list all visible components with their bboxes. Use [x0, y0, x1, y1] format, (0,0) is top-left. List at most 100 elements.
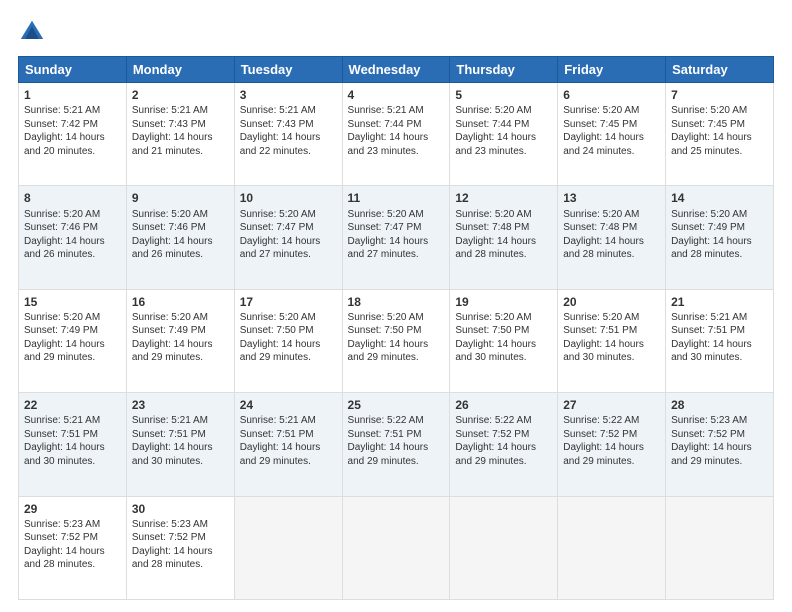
logo — [18, 18, 50, 46]
day-number: 12 — [455, 190, 552, 206]
day-info: Sunrise: 5:21 AM Sunset: 7:44 PM Dayligh… — [348, 105, 429, 157]
day-info: Sunrise: 5:23 AM Sunset: 7:52 PM Dayligh… — [132, 519, 213, 571]
day-info: Sunrise: 5:21 AM Sunset: 7:51 PM Dayligh… — [132, 415, 213, 467]
day-header-monday: Monday — [126, 57, 234, 83]
day-info: Sunrise: 5:23 AM Sunset: 7:52 PM Dayligh… — [24, 519, 105, 571]
day-number: 13 — [563, 190, 660, 206]
day-number: 20 — [563, 294, 660, 310]
calendar-cell: 7 Sunrise: 5:20 AM Sunset: 7:45 PM Daylig… — [666, 83, 774, 186]
day-info: Sunrise: 5:20 AM Sunset: 7:46 PM Dayligh… — [24, 209, 105, 261]
day-number: 25 — [348, 397, 445, 413]
day-info: Sunrise: 5:22 AM Sunset: 7:51 PM Dayligh… — [348, 415, 429, 467]
calendar-cell: 20 Sunrise: 5:20 AM Sunset: 7:51 PM Dayli… — [558, 289, 666, 392]
calendar-cell: 18 Sunrise: 5:20 AM Sunset: 7:50 PM Dayli… — [342, 289, 450, 392]
calendar-cell: 5Sunrise: 5:20 AM Sunset: 7:44 PM Daylig… — [450, 83, 558, 186]
day-info: Sunrise: 5:21 AM Sunset: 7:51 PM Dayligh… — [24, 415, 105, 467]
calendar-cell — [666, 496, 774, 599]
day-info: Sunrise: 5:20 AM Sunset: 7:44 PM Dayligh… — [455, 105, 536, 157]
day-number: 22 — [24, 397, 121, 413]
day-number: 26 — [455, 397, 552, 413]
day-header-wednesday: Wednesday — [342, 57, 450, 83]
day-info: Sunrise: 5:23 AM Sunset: 7:52 PM Dayligh… — [671, 415, 752, 467]
calendar-table: SundayMondayTuesdayWednesdayThursdayFrid… — [18, 56, 774, 600]
day-info: Sunrise: 5:20 AM Sunset: 7:49 PM Dayligh… — [671, 209, 752, 261]
day-number: 23 — [132, 397, 229, 413]
calendar-cell: 10 Sunrise: 5:20 AM Sunset: 7:47 PM Dayli… — [234, 186, 342, 289]
day-number: 24 — [240, 397, 337, 413]
calendar-week-row: 1 Sunrise: 5:21 AM Sunset: 7:42 PM Daylig… — [19, 83, 774, 186]
calendar-cell: 23 Sunrise: 5:21 AM Sunset: 7:51 PM Dayli… — [126, 393, 234, 496]
calendar-header-row: SundayMondayTuesdayWednesdayThursdayFrid… — [19, 57, 774, 83]
calendar-week-row: 29 Sunrise: 5:23 AM Sunset: 7:52 PM Dayli… — [19, 496, 774, 599]
day-number: 18 — [348, 294, 445, 310]
calendar-cell — [450, 496, 558, 599]
calendar-cell: 12 Sunrise: 5:20 AM Sunset: 7:48 PM Dayli… — [450, 186, 558, 289]
day-info: Sunrise: 5:20 AM Sunset: 7:50 PM Dayligh… — [455, 312, 536, 364]
day-info: Sunrise: 5:20 AM Sunset: 7:51 PM Dayligh… — [563, 312, 644, 364]
calendar-cell: 4Sunrise: 5:21 AM Sunset: 7:44 PM Daylig… — [342, 83, 450, 186]
day-info: Sunrise: 5:20 AM Sunset: 7:50 PM Dayligh… — [240, 312, 321, 364]
day-header-friday: Friday — [558, 57, 666, 83]
logo-icon — [18, 18, 46, 46]
calendar-cell: 9Sunrise: 5:20 AM Sunset: 7:46 PM Daylig… — [126, 186, 234, 289]
day-number: 29 — [24, 501, 121, 517]
day-number: 21 — [671, 294, 768, 310]
calendar-cell: 24 Sunrise: 5:21 AM Sunset: 7:51 PM Dayli… — [234, 393, 342, 496]
day-info: Sunrise: 5:20 AM Sunset: 7:45 PM Dayligh… — [671, 105, 752, 157]
day-info: Sunrise: 5:22 AM Sunset: 7:52 PM Dayligh… — [455, 415, 536, 467]
day-header-thursday: Thursday — [450, 57, 558, 83]
calendar-cell: 15 Sunrise: 5:20 AM Sunset: 7:49 PM Dayli… — [19, 289, 127, 392]
day-number: 28 — [671, 397, 768, 413]
day-header-sunday: Sunday — [19, 57, 127, 83]
day-header-tuesday: Tuesday — [234, 57, 342, 83]
day-number: 6 — [563, 87, 660, 103]
calendar-cell: 8Sunrise: 5:20 AM Sunset: 7:46 PM Daylig… — [19, 186, 127, 289]
day-number: 14 — [671, 190, 768, 206]
calendar-cell: 13 Sunrise: 5:20 AM Sunset: 7:48 PM Dayli… — [558, 186, 666, 289]
calendar-cell: 2 Sunrise: 5:21 AM Sunset: 7:43 PM Daylig… — [126, 83, 234, 186]
day-number: 27 — [563, 397, 660, 413]
calendar-cell: 14 Sunrise: 5:20 AM Sunset: 7:49 PM Dayli… — [666, 186, 774, 289]
day-info: Sunrise: 5:22 AM Sunset: 7:52 PM Dayligh… — [563, 415, 644, 467]
calendar-cell: 11Sunrise: 5:20 AM Sunset: 7:47 PM Dayli… — [342, 186, 450, 289]
page: SundayMondayTuesdayWednesdayThursdayFrid… — [0, 0, 792, 612]
calendar-cell — [234, 496, 342, 599]
day-info: Sunrise: 5:20 AM Sunset: 7:48 PM Dayligh… — [455, 209, 536, 261]
day-info: Sunrise: 5:20 AM Sunset: 7:47 PM Dayligh… — [240, 209, 321, 261]
day-info: Sunrise: 5:20 AM Sunset: 7:49 PM Dayligh… — [24, 312, 105, 364]
calendar-cell: 29 Sunrise: 5:23 AM Sunset: 7:52 PM Dayli… — [19, 496, 127, 599]
day-info: Sunrise: 5:20 AM Sunset: 7:50 PM Dayligh… — [348, 312, 429, 364]
day-number: 17 — [240, 294, 337, 310]
calendar-cell: 25 Sunrise: 5:22 AM Sunset: 7:51 PM Dayli… — [342, 393, 450, 496]
calendar-week-row: 22 Sunrise: 5:21 AM Sunset: 7:51 PM Dayli… — [19, 393, 774, 496]
day-info: Sunrise: 5:20 AM Sunset: 7:45 PM Dayligh… — [563, 105, 644, 157]
day-number: 15 — [24, 294, 121, 310]
day-info: Sunrise: 5:21 AM Sunset: 7:51 PM Dayligh… — [240, 415, 321, 467]
day-info: Sunrise: 5:21 AM Sunset: 7:43 PM Dayligh… — [132, 105, 213, 157]
calendar-cell: 17 Sunrise: 5:20 AM Sunset: 7:50 PM Dayli… — [234, 289, 342, 392]
day-number: 3 — [240, 87, 337, 103]
calendar-cell: 6 Sunrise: 5:20 AM Sunset: 7:45 PM Daylig… — [558, 83, 666, 186]
header — [18, 18, 774, 46]
calendar-cell — [558, 496, 666, 599]
day-info: Sunrise: 5:20 AM Sunset: 7:49 PM Dayligh… — [132, 312, 213, 364]
day-number: 11 — [348, 190, 445, 206]
day-number: 10 — [240, 190, 337, 206]
calendar-cell: 19 Sunrise: 5:20 AM Sunset: 7:50 PM Dayli… — [450, 289, 558, 392]
day-number: 1 — [24, 87, 121, 103]
day-number: 30 — [132, 501, 229, 517]
day-info: Sunrise: 5:20 AM Sunset: 7:48 PM Dayligh… — [563, 209, 644, 261]
day-number: 7 — [671, 87, 768, 103]
day-number: 2 — [132, 87, 229, 103]
day-number: 9 — [132, 190, 229, 206]
day-info: Sunrise: 5:21 AM Sunset: 7:42 PM Dayligh… — [24, 105, 105, 157]
calendar-cell: 28 Sunrise: 5:23 AM Sunset: 7:52 PM Dayli… — [666, 393, 774, 496]
day-number: 19 — [455, 294, 552, 310]
calendar-cell: 3Sunrise: 5:21 AM Sunset: 7:43 PM Daylig… — [234, 83, 342, 186]
calendar-week-row: 8Sunrise: 5:20 AM Sunset: 7:46 PM Daylig… — [19, 186, 774, 289]
calendar-cell: 30 Sunrise: 5:23 AM Sunset: 7:52 PM Dayli… — [126, 496, 234, 599]
calendar-cell: 21 Sunrise: 5:21 AM Sunset: 7:51 PM Dayli… — [666, 289, 774, 392]
calendar-cell: 27 Sunrise: 5:22 AM Sunset: 7:52 PM Dayli… — [558, 393, 666, 496]
calendar-cell: 1 Sunrise: 5:21 AM Sunset: 7:42 PM Daylig… — [19, 83, 127, 186]
day-info: Sunrise: 5:21 AM Sunset: 7:51 PM Dayligh… — [671, 312, 752, 364]
